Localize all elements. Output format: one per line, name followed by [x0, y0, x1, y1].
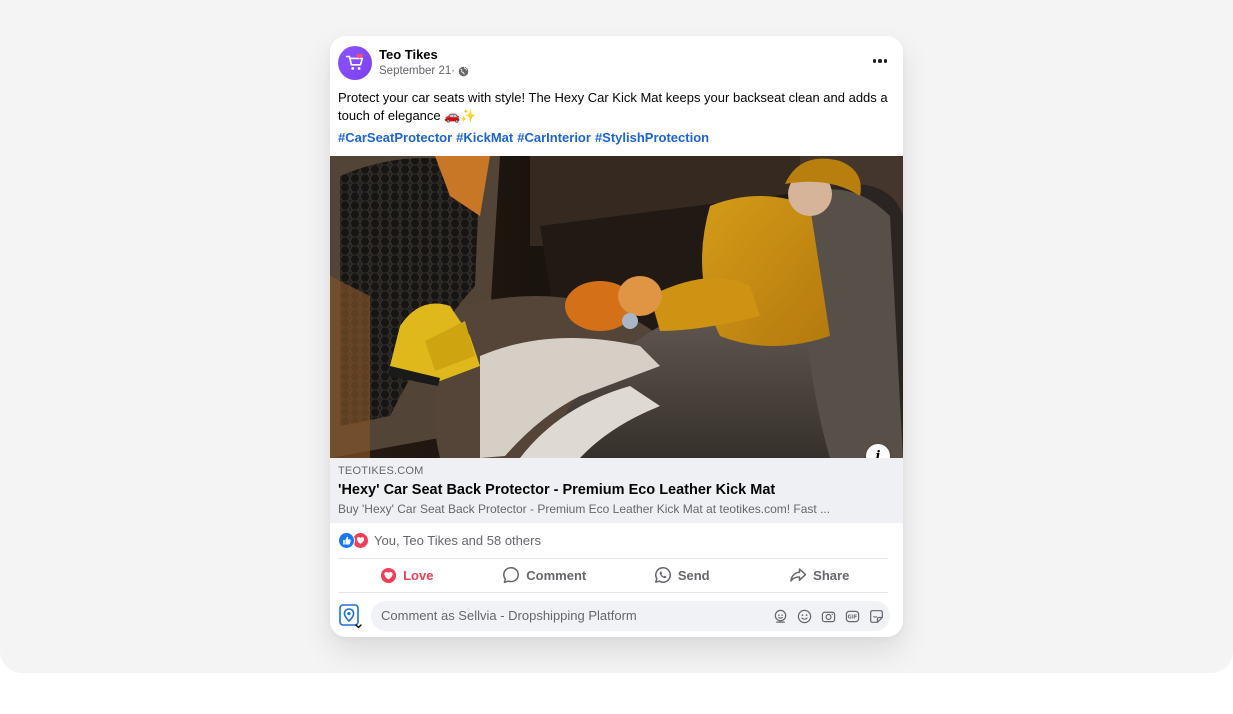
link-description: Buy 'Hexy' Car Seat Back Protector - Pre…	[338, 502, 831, 516]
facebook-post-card: Teo Tikes September 21· Protect your car…	[330, 36, 903, 637]
more-dots-icon	[872, 59, 888, 63]
emoji-icon[interactable]	[796, 608, 812, 624]
like-icon	[338, 531, 355, 549]
reactions-summary[interactable]: You, Teo Tikes and 58 others	[338, 530, 541, 550]
send-label: Send	[677, 567, 710, 583]
share-label: Share	[813, 567, 850, 583]
send-button[interactable]: Send	[613, 559, 751, 591]
post-image-illustration	[330, 156, 903, 458]
hashtags: #CarSeatProtector #KickMat #CarInterior #St…	[338, 130, 713, 145]
more-options-button[interactable]	[867, 48, 893, 74]
divider	[338, 592, 888, 593]
shopping-cart-icon	[345, 53, 364, 70]
link-preview[interactable]: TEOTIKES.COM 'Hexy' Car Seat Back Protec…	[330, 458, 903, 523]
gif-icon[interactable]: GIF	[844, 608, 860, 624]
commenter-avatar[interactable]	[338, 604, 364, 630]
sellvia-logo-icon	[339, 604, 362, 629]
whatsapp-icon	[654, 567, 671, 583]
comment-button[interactable]: Comment	[476, 559, 614, 591]
love-label: Love	[403, 567, 434, 583]
post-photo[interactable]	[330, 156, 903, 458]
comment-input[interactable]: Comment as Sellvia - Dropshipping Platfo…	[371, 601, 890, 631]
svg-text:GIF: GIF	[847, 614, 857, 620]
reaction-count-text: You, Teo Tikes and 58 others	[374, 532, 541, 548]
page-avatar[interactable]	[338, 46, 372, 80]
comment-composer: Comment as Sellvia - Dropshipping Platfo…	[338, 601, 890, 631]
post-date: September 21·	[379, 65, 469, 77]
share-button[interactable]: Share	[751, 559, 889, 591]
comment-icon	[503, 567, 520, 584]
comment-label: Comment	[526, 567, 587, 583]
page-name[interactable]: Teo Tikes	[379, 47, 438, 62]
globe-icon	[458, 66, 469, 76]
love-button[interactable]: Love	[338, 559, 476, 591]
link-domain: TEOTIKES.COM	[338, 465, 424, 477]
link-title[interactable]: 'Hexy' Car Seat Back Protector - Premium…	[338, 482, 775, 498]
hashtag-link[interactable]: #CarSeatProtector	[338, 130, 452, 145]
comment-placeholder: Comment as Sellvia - Dropshipping Platfo…	[381, 608, 637, 623]
post-actions: Love Comment Send Share	[338, 559, 888, 591]
share-icon	[790, 568, 807, 582]
camera-icon[interactable]	[820, 608, 836, 624]
post-text: Protect your car seats with style! The H…	[338, 90, 888, 123]
background-panel: Teo Tikes September 21· Protect your car…	[0, 0, 1233, 673]
hashtag-link[interactable]: #KickMat	[456, 130, 513, 145]
hashtag-link[interactable]: #StylishProtection	[595, 130, 709, 145]
post-header: Teo Tikes September 21·	[338, 46, 893, 82]
comment-tools: GIF	[772, 608, 884, 624]
love-reaction-icon	[381, 567, 397, 583]
post-date-text[interactable]: September 21·	[379, 65, 455, 77]
hashtag-link[interactable]: #CarInterior	[517, 130, 591, 145]
sticker-icon[interactable]	[868, 608, 884, 624]
avatar-sticker-icon[interactable]	[772, 608, 788, 624]
